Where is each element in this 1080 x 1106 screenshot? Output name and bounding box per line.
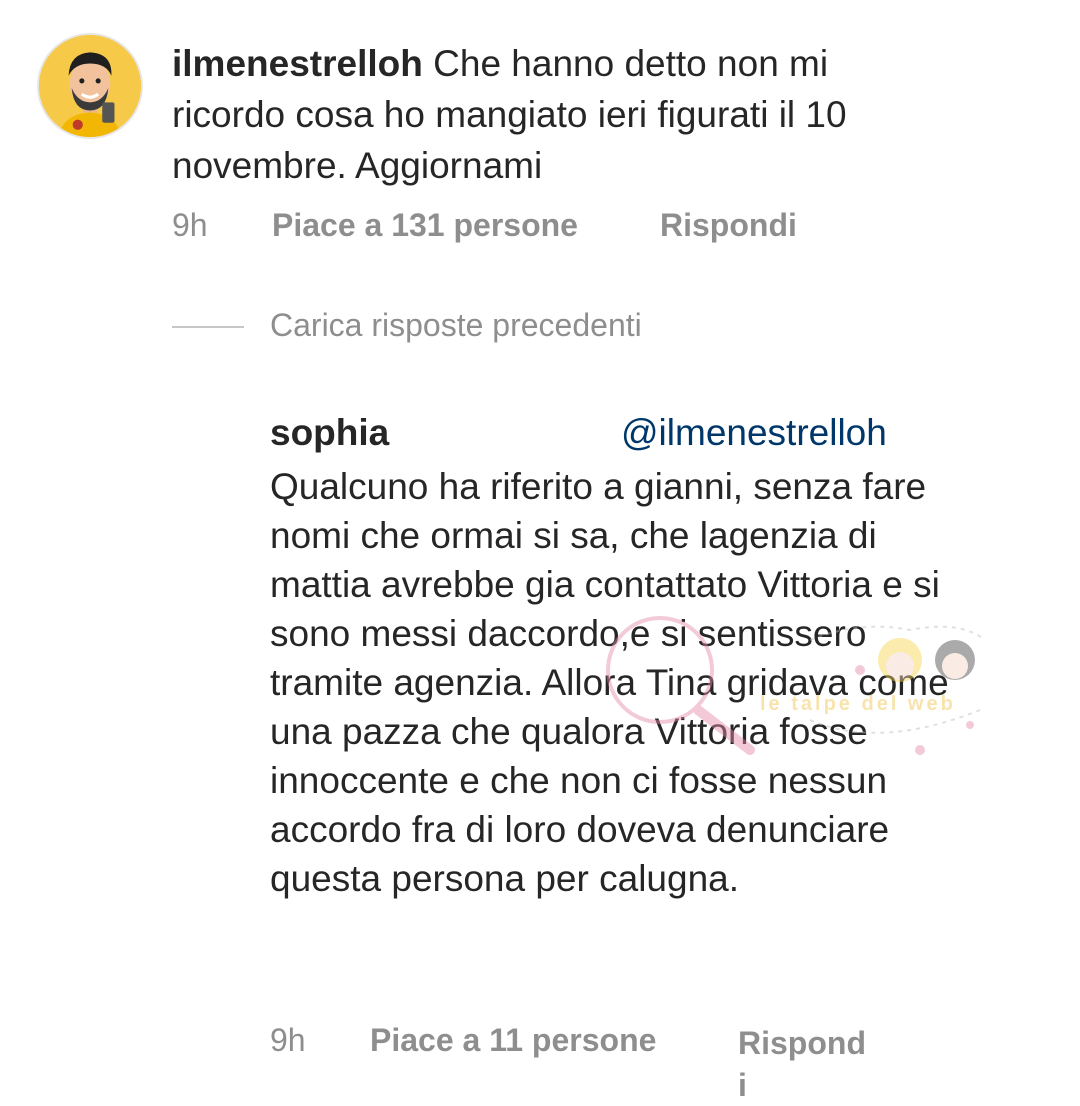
comment-reply-label: Rispondi [660, 207, 797, 243]
avatar[interactable] [37, 33, 143, 139]
comment-likes-label: Piace a 131 persone [272, 207, 578, 243]
reply-text: Qualcuno ha riferito a gianni, senza far… [270, 466, 949, 899]
comment-body: ilmenestrelloh Che hanno detto non mi ri… [172, 38, 932, 191]
load-previous-replies[interactable]: Carica risposte precedenti [270, 307, 642, 344]
reply-reply-label-line1: Rispond [738, 1025, 866, 1061]
avatar-cartoon-icon [39, 35, 141, 137]
comment-likes[interactable]: Piace a 131 persone [272, 207, 578, 244]
comment-time: 9h [172, 207, 208, 243]
reply-likes-label: Piace a 11 persone [370, 1022, 657, 1058]
reply-likes[interactable]: Piace a 11 persone [370, 1022, 656, 1059]
reply-mention[interactable]: @ilmenestrelloh [621, 412, 887, 454]
comment-reply-button[interactable]: Rispondi [660, 207, 797, 244]
comment-username[interactable]: ilmenestrelloh [172, 43, 423, 84]
reply-reply-button[interactable]: Rispond i [738, 1022, 866, 1106]
reply-username[interactable]: sophia [270, 412, 389, 454]
reply-time: 9h [270, 1022, 306, 1058]
replies-divider [172, 326, 244, 328]
reply-reply-label-line2: i [738, 1067, 747, 1103]
